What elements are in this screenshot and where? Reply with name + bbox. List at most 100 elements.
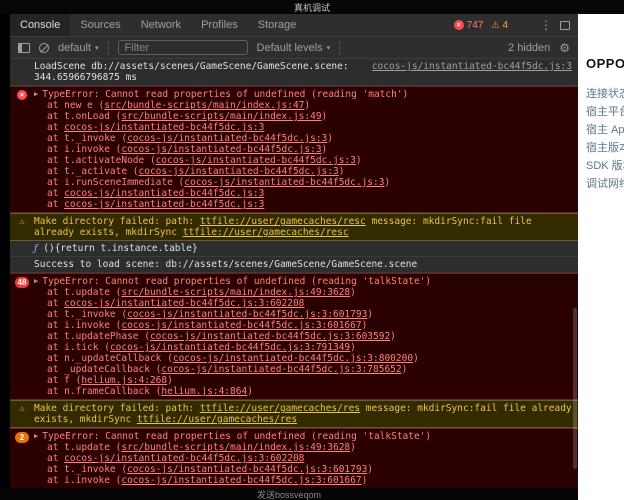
tab-network[interactable]: Network: [131, 14, 191, 36]
stack-frame: at i.tick (cocos-js/instantiated-bc44f5d…: [34, 342, 572, 353]
source-link[interactable]: src/bundle-scripts/main/index.js:49: [121, 111, 321, 122]
expand-caret-icon[interactable]: ▶: [34, 277, 38, 285]
tab-console[interactable]: Console: [10, 14, 71, 36]
context-selector[interactable]: default ▾: [58, 42, 99, 54]
source-link[interactable]: cocos-js/instantiated-bc44f5dc.js:3: [64, 199, 264, 210]
console-message-log: cocos-js/instantiated-bc44f5dc.js:3 LoadS…: [10, 59, 578, 86]
message-text: at t.activateNode (: [47, 155, 156, 166]
source-link[interactable]: cocos-js/instantiated-bc44f5dc.js:3:6022…: [64, 298, 304, 309]
stack-frame: at f (helium.js:4:268): [34, 375, 572, 386]
source-link[interactable]: src/bundle-scripts/main/index.js:49:3628: [121, 442, 350, 453]
sidebar-item[interactable]: 连接状态: [586, 85, 624, 103]
error-count-badge[interactable]: × 747: [453, 20, 483, 31]
source-link[interactable]: cocos-js/instantiated-bc44f5dc.js:3: [64, 188, 264, 199]
console-message-error: 48 ▶ TypeError: Cannot read properties of …: [10, 273, 578, 400]
source-link[interactable]: cocos-js/instantiated-bc44f5dc.js:3:6017…: [127, 464, 367, 475]
expand-caret-icon[interactable]: ▶: [34, 90, 38, 98]
message-main-line: ▶ TypeError: Cannot read properties of un…: [34, 89, 572, 100]
message-gutter: ×: [10, 89, 34, 210]
sidebar-item[interactable]: SDK 版本: [586, 157, 624, 175]
source-link[interactable]: helium.js:4:268: [81, 375, 167, 386]
message-text: ): [361, 320, 368, 331]
source-link[interactable]: ttfile://user/gamecaches/resc: [183, 227, 349, 238]
sidebar-item[interactable]: 宿主版本: [586, 139, 624, 157]
bottom-bar: 发送bossveqom: [0, 488, 578, 500]
error-icon: ×: [453, 20, 464, 30]
message-text: at t.update (: [47, 442, 122, 453]
tab-sources[interactable]: Sources: [70, 14, 130, 36]
window-title: 真机调试: [293, 2, 330, 13]
message-text: at: [47, 298, 65, 309]
source-link[interactable]: cocos-js/instantiated-bc44f5dc.js:3: [127, 133, 327, 144]
warning-icon: ⚠: [19, 217, 25, 227]
source-link[interactable]: cocos-js/instantiated-bc44f5dc.js:3: [184, 177, 384, 188]
source-link[interactable]: cocos-js/instantiated-bc44f5dc.js:3: [64, 122, 264, 133]
sidebar-item[interactable]: 宿主平台: [586, 103, 624, 121]
message-text: at i.invoke (: [47, 144, 122, 155]
console-message-warning: ⚠ Make directory failed: path: ttfile://u…: [10, 213, 578, 241]
devtools-tabbar: Console Sources Network Profiles Storage × 7…: [10, 14, 578, 37]
message-text: ): [350, 442, 356, 453]
message-text: at i.runSceneImmediate (: [47, 177, 185, 188]
message-text: at n._updateCallback (: [47, 353, 173, 364]
source-link[interactable]: cocos-js/instantiated-bc44f5dc.js:3:6016…: [121, 320, 361, 331]
message-text: at i.tick (: [47, 342, 110, 353]
message-text: ): [355, 155, 362, 166]
stack-frame: at cocos-js/instantiated-bc44f5dc.js:3: [34, 122, 572, 133]
console-message-log: ƒ (){return t.instance.table}: [10, 241, 578, 257]
clear-console-icon[interactable]: [39, 42, 49, 53]
source-link[interactable]: ttfile://user/gamecaches/resc: [200, 216, 366, 227]
devtools-panel: Console Sources Network Profiles Storage × 7…: [10, 14, 578, 488]
message-body: ƒ (){return t.instance.table}: [34, 243, 572, 254]
more-options-icon[interactable]: ⋮: [540, 18, 552, 32]
message-text: ): [167, 375, 173, 386]
source-link[interactable]: cocos-js/instantiated-bc44f5dc.js:3:6022…: [64, 453, 304, 464]
source-link[interactable]: ttfile://user/gamecaches/res: [137, 414, 297, 425]
stack-frame: at t._invoke (cocos-js/instantiated-bc44…: [34, 133, 572, 144]
message-body: ▶ TypeError: Cannot read properties of un…: [34, 431, 572, 486]
message-text: at: [47, 199, 65, 210]
tab-storage[interactable]: Storage: [248, 14, 307, 36]
source-link[interactable]: cocos-js/instantiated-bc44f5dc.js:3: [139, 166, 339, 177]
source-link[interactable]: cocos-js/instantiated-bc44f5dc.js:3:6016…: [121, 475, 361, 486]
source-link[interactable]: cocos-js/instantiated-bc44f5dc.js:3: [372, 61, 572, 72]
message-gutter: 48: [10, 276, 34, 397]
source-link[interactable]: cocos-js/instantiated-bc44f5dc.js:3:6035…: [150, 331, 390, 342]
console-message-error: × ▶ TypeError: Cannot read properties of u…: [10, 86, 578, 213]
source-link[interactable]: cocos-js/instantiated-bc44f5dc.js:3:7913…: [110, 342, 350, 353]
message-body: Success to load scene: db://assets/scene…: [34, 259, 572, 270]
source-link[interactable]: cocos-js/instantiated-bc44f5dc.js:3: [156, 155, 356, 166]
sidebar-item[interactable]: 调试网络: [586, 175, 624, 193]
expand-caret-icon[interactable]: ▶: [34, 432, 38, 440]
stack-frame: at _updateCallback (cocos-js/instantiate…: [34, 364, 572, 375]
context-selector-label: default: [58, 41, 92, 54]
message-gutter: ⚠: [10, 403, 34, 425]
source-link[interactable]: ttfile://user/gamecaches/res: [200, 403, 360, 414]
source-link[interactable]: cocos-js/instantiated-bc44f5dc.js:3:7856…: [161, 364, 401, 375]
source-link[interactable]: src/bundle-scripts/main/index.js:47: [104, 100, 304, 111]
tab-profiles[interactable]: Profiles: [191, 14, 248, 36]
message-body: ▶ TypeError: Cannot read properties of un…: [34, 276, 572, 397]
source-link[interactable]: cocos-js/instantiated-bc44f5dc.js:3:8002…: [173, 353, 413, 364]
warning-count-badge[interactable]: ⚠ 4: [491, 20, 508, 31]
console-sidebar-toggle-icon[interactable]: [18, 42, 30, 53]
source-link[interactable]: cocos-js/instantiated-bc44f5dc.js:3: [121, 144, 321, 155]
dock-side-icon[interactable]: [560, 20, 570, 30]
source-link[interactable]: helium.js:4:864: [161, 386, 247, 397]
filter-input[interactable]: [117, 40, 248, 55]
message-text: ): [247, 386, 253, 397]
console-message-warning: ⚠ Make directory failed: path: ttfile://u…: [10, 400, 578, 428]
scrollbar-thumb[interactable]: [573, 307, 577, 470]
source-link[interactable]: src/bundle-scripts/main/index.js:49:3628: [121, 287, 350, 298]
message-text: ): [413, 353, 419, 364]
log-levels-selector[interactable]: Default levels ▾: [257, 42, 331, 54]
sidebar-item[interactable]: 宿主 Ap: [586, 121, 624, 139]
source-link[interactable]: cocos-js/instantiated-bc44f5dc.js:3:6017…: [127, 309, 367, 320]
log-levels-label: Default levels: [256, 41, 323, 54]
message-gutter: [10, 243, 34, 254]
message-text: ): [338, 166, 345, 177]
devtools-tabs: Console Sources Network Profiles Storage: [10, 14, 306, 36]
message-body: cocos-js/instantiated-bc44f5dc.js:3 LoadS…: [34, 61, 572, 83]
settings-gear-icon[interactable]: ⚙: [559, 41, 570, 55]
message-body: ▶ TypeError: Cannot read properties of un…: [34, 89, 572, 210]
